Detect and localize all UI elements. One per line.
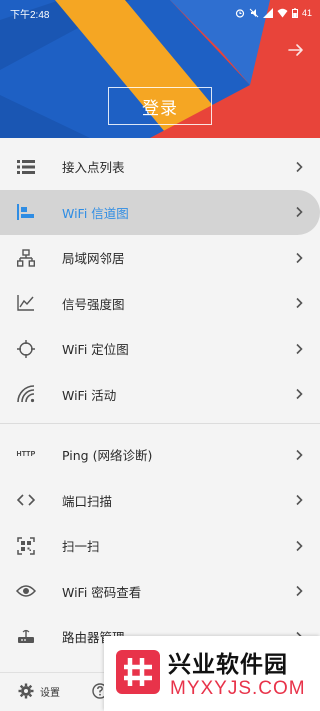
header-banner: 下午2:48 41 登录 — [0, 0, 320, 138]
status-bar: 下午2:48 41 — [0, 0, 320, 26]
menu-item-label: Ping (网络诊断) — [62, 448, 153, 464]
menu-item-wifi-activity[interactable]: WiFi 活动 — [0, 372, 320, 418]
settings-label: 设置 — [40, 687, 60, 699]
code-brackets-icon — [16, 490, 36, 510]
battery-icon — [291, 8, 298, 18]
watermark-logo — [116, 650, 160, 694]
menu-item-wifi-channel[interactable]: WiFi 信道图 — [0, 189, 320, 235]
menu-item-label: 扫一扫 — [62, 539, 100, 555]
crosshair-icon — [16, 339, 36, 359]
battery-percent: 41 — [301, 8, 312, 18]
router-icon — [16, 627, 36, 647]
chevron-right-icon — [296, 540, 303, 551]
qr-scan-icon — [16, 536, 36, 556]
alarm-icon — [235, 9, 245, 18]
menu-item-lan-neighbors[interactable]: 局域网邻居 — [0, 235, 320, 281]
cell-signal-icon — [262, 8, 273, 18]
list-icon — [16, 157, 36, 177]
menu-item-wifi-password[interactable]: WiFi 密码查看 — [0, 569, 320, 615]
chevron-right-icon — [296, 586, 303, 597]
menu-item-label: WiFi 密码查看 — [62, 584, 142, 600]
nav-menu: 接入点列表 WiFi 信道图 局域网邻居 信号强度图 WiFi 定位图 WiFi… — [0, 144, 320, 660]
gear-icon — [18, 683, 34, 699]
chevron-right-icon — [296, 449, 303, 460]
settings-button[interactable]: 设置 — [18, 683, 60, 699]
chevron-right-icon — [296, 495, 303, 506]
login-button[interactable]: 登录 — [108, 87, 212, 125]
menu-item-signal-strength[interactable]: 信号强度图 — [0, 281, 320, 327]
line-chart-icon — [16, 293, 36, 313]
menu-item-wifi-location[interactable]: WiFi 定位图 — [0, 326, 320, 372]
menu-item-port-scan[interactable]: 端口扫描 — [0, 478, 320, 524]
menu-item-ap-list[interactable]: 接入点列表 — [0, 144, 320, 190]
watermark-title: 兴业软件园 — [168, 652, 288, 678]
menu-item-label: 端口扫描 — [62, 493, 113, 509]
watermark-overlay: 兴业软件园 MYXYJS.COM — [104, 636, 320, 711]
chevron-right-icon — [296, 252, 303, 263]
wifi-status-icon — [277, 8, 288, 18]
http-icon: HTTP — [16, 445, 36, 465]
status-icons: 41 — [235, 8, 312, 18]
menu-item-label: WiFi 定位图 — [62, 342, 129, 358]
channel-chart-icon — [16, 202, 36, 222]
watermark-url: MYXYJS.COM — [170, 678, 306, 699]
status-time: 下午2:48 — [10, 9, 50, 21]
menu-item-scan[interactable]: 扫一扫 — [0, 523, 320, 569]
menu-item-label: 接入点列表 — [62, 160, 125, 176]
menu-divider — [0, 423, 320, 424]
menu-item-label: 信号强度图 — [62, 296, 125, 312]
http-icon-text: HTTP — [16, 451, 36, 459]
eye-icon — [16, 581, 36, 601]
chevron-right-icon — [296, 343, 303, 354]
menu-item-label: WiFi 信道图 — [62, 205, 129, 221]
arrow-right-icon[interactable] — [286, 40, 306, 60]
chevron-right-icon — [296, 161, 303, 172]
menu-item-label: WiFi 活动 — [62, 387, 117, 403]
lan-tree-icon — [16, 248, 36, 268]
menu-item-ping[interactable]: HTTP Ping (网络诊断) — [0, 432, 320, 478]
menu-item-label: 局域网邻居 — [62, 251, 125, 267]
chevron-right-icon — [296, 389, 303, 400]
chevron-right-icon — [296, 207, 303, 218]
chevron-right-icon — [296, 298, 303, 309]
mute-icon — [249, 8, 259, 18]
wifi-signal-icon — [16, 384, 36, 404]
